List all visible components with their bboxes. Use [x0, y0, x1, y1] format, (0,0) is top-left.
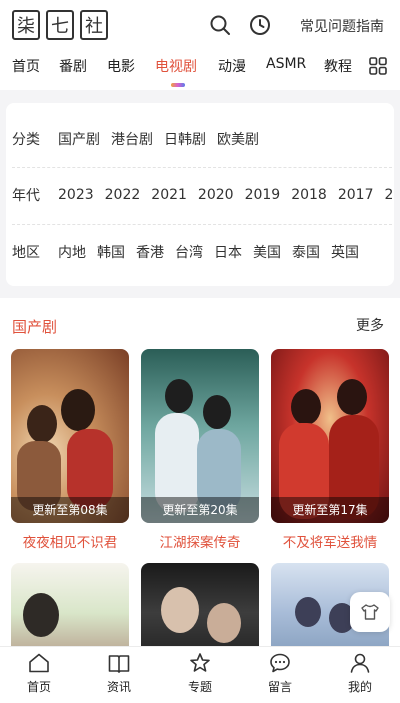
filter-row-year: 年代 2023 2022 2021 2020 2019 2018 2017 2: [6, 167, 394, 223]
nav-item-animation[interactable]: 动漫: [218, 56, 246, 76]
nav-item-tutorial[interactable]: 教程: [324, 56, 352, 76]
nav-item-tv-series[interactable]: 电视剧: [155, 56, 197, 76]
nav-active-indicator: [171, 83, 185, 87]
history-icon[interactable]: [248, 13, 272, 37]
filter-option[interactable]: 国产剧: [58, 129, 100, 149]
tab-label: 专题: [187, 680, 212, 694]
filter-option[interactable]: 欧美剧: [217, 129, 259, 149]
tab-label: 首页: [26, 680, 51, 694]
episode-badge: 更新至第08集: [11, 497, 129, 523]
filter-option[interactable]: 2021: [151, 187, 187, 203]
filter-panel: 分类 国产剧 港台剧 日韩剧 欧美剧 年代 2023 2022 2021 202…: [6, 103, 394, 286]
tab-label: 资讯: [106, 680, 131, 694]
user-icon: [350, 653, 370, 673]
filter-option[interactable]: 香港: [136, 242, 164, 262]
filter-label-region: 地区: [12, 245, 40, 261]
tab-news[interactable]: 资讯: [89, 651, 149, 695]
show-card[interactable]: 更新至第17集 不及将军送我情: [271, 349, 389, 551]
star-icon: [190, 653, 210, 672]
logo-char-1: 柒: [12, 10, 40, 40]
tab-label: 留言: [267, 680, 292, 694]
grid-menu-icon[interactable]: [368, 56, 388, 76]
show-poster[interactable]: 更新至第17集: [271, 349, 389, 523]
tab-profile[interactable]: 我的: [330, 651, 390, 695]
section-more-link[interactable]: 更多: [356, 315, 384, 335]
nav-item-anime-series[interactable]: 番剧: [59, 56, 87, 76]
chat-icon: [270, 653, 290, 673]
nav-item-home[interactable]: 首页: [12, 56, 40, 76]
show-poster[interactable]: 更新至第08集: [11, 349, 129, 523]
search-icon[interactable]: [208, 13, 232, 37]
filter-option[interactable]: 2017: [338, 187, 374, 203]
filter-option[interactable]: 内地: [58, 242, 86, 262]
filter-option[interactable]: 日本: [214, 242, 242, 262]
filter-label-year: 年代: [12, 188, 40, 204]
nav-item-movies[interactable]: 电影: [107, 56, 135, 76]
nav-item-asmr[interactable]: ASMR: [266, 56, 306, 72]
show-title[interactable]: 不及将军送我情: [271, 531, 389, 551]
tab-label: 我的: [347, 680, 372, 694]
bottom-tab-bar: 首页 资讯 专题 留言 我的: [0, 646, 400, 703]
filter-option[interactable]: 2019: [245, 187, 281, 203]
filter-option[interactable]: 2020: [198, 187, 234, 203]
show-poster[interactable]: [141, 563, 259, 646]
filter-option[interactable]: 韩国: [97, 242, 125, 262]
filter-label-category: 分类: [12, 132, 40, 148]
filter-option[interactable]: 2018: [291, 187, 327, 203]
filter-option[interactable]: 台湾: [175, 242, 203, 262]
filter-option[interactable]: 日韩剧: [164, 129, 206, 149]
filter-row-category: 分类 国产剧 港台剧 日韩剧 欧美剧: [6, 111, 394, 167]
tab-topics[interactable]: 专题: [170, 651, 230, 695]
show-card[interactable]: [11, 563, 129, 646]
category-nav: 首页 番剧 电影 电视剧 动漫 ASMR 教程: [0, 50, 400, 90]
show-poster[interactable]: 更新至第20集: [141, 349, 259, 523]
filter-option[interactable]: 美国: [253, 242, 281, 262]
top-bar: 柒 七 社 常见问题指南: [0, 0, 400, 50]
section-title: 国产剧: [12, 318, 58, 336]
show-card[interactable]: 更新至第20集 江湖探案传奇: [141, 349, 259, 551]
floating-tshirt-button[interactable]: [350, 592, 390, 632]
filter-row-region: 地区 内地 韩国 香港 台湾 日本 美国 泰国 英国: [6, 224, 394, 280]
section-domestic-series: 国产剧 更多 更新至第08集 夜夜相见不识君 更新至第20集 江湖探案传奇 更新…: [0, 298, 400, 646]
show-title[interactable]: 夜夜相见不识君: [11, 531, 129, 551]
show-card[interactable]: [141, 563, 259, 646]
tshirt-icon: [361, 604, 379, 620]
faq-link[interactable]: 常见问题指南: [300, 16, 384, 36]
logo-char-2: 七: [46, 10, 74, 40]
filter-option[interactable]: 泰国: [292, 242, 320, 262]
tab-messages[interactable]: 留言: [250, 651, 310, 695]
app-logo[interactable]: 柒 七 社: [12, 10, 108, 40]
filter-option[interactable]: 2022: [105, 187, 141, 203]
show-title[interactable]: 江湖探案传奇: [141, 531, 259, 551]
filter-option[interactable]: 2023: [58, 187, 94, 203]
book-icon: [108, 655, 130, 673]
episode-badge: 更新至第17集: [271, 497, 389, 523]
home-icon: [29, 653, 49, 673]
tab-home[interactable]: 首页: [9, 651, 69, 695]
show-poster[interactable]: [11, 563, 129, 646]
filter-option[interactable]: 2: [384, 187, 393, 203]
filter-option[interactable]: 英国: [331, 242, 359, 262]
filter-option[interactable]: 港台剧: [111, 129, 153, 149]
logo-char-3: 社: [80, 10, 108, 40]
show-card[interactable]: 更新至第08集 夜夜相见不识君: [11, 349, 129, 551]
episode-badge: 更新至第20集: [141, 497, 259, 523]
